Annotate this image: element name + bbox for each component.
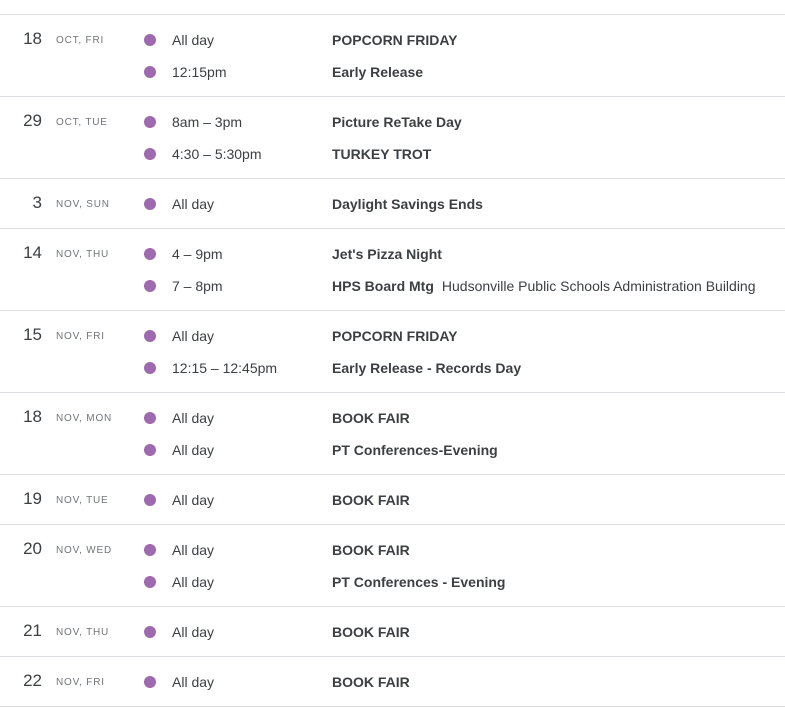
event-title-text: Picture ReTake Day xyxy=(332,114,462,130)
event-title-text: TURKEY TROT xyxy=(332,146,432,162)
event-color-dot-icon xyxy=(144,34,156,46)
event-title: TURKEY TROT xyxy=(332,138,431,170)
event-row[interactable]: 7 – 8pm HPS Board Mtg Hudsonville Public … xyxy=(0,270,785,302)
event-row[interactable]: All day POPCORN FRIDAY xyxy=(0,320,785,352)
event-time: All day xyxy=(172,574,215,590)
agenda-day: 3 NOV, SUN All day Daylight Savings Ends xyxy=(0,179,785,229)
agenda-day: 19 NOV, TUE All day BOOK FAIR xyxy=(0,475,785,525)
event-color-dot-icon xyxy=(144,280,156,292)
event-time: All day xyxy=(172,196,215,212)
event-row[interactable]: 8am – 3pm Picture ReTake Day xyxy=(0,106,785,138)
event-row[interactable]: All day BOOK FAIR xyxy=(0,402,785,434)
event-time: All day xyxy=(172,492,215,508)
event-color-dot-icon xyxy=(144,66,156,78)
event-row[interactable]: 12:15 – 12:45pm Early Release - Records … xyxy=(0,352,785,384)
agenda-day: 22 NOV, FRI All day BOOK FAIR xyxy=(0,657,785,707)
event-title: BOOK FAIR xyxy=(332,616,410,648)
event-title-text: HPS Board Mtg xyxy=(332,278,434,294)
event-title-text: Jet's Pizza Night xyxy=(332,246,442,262)
event-title: Jet's Pizza Night xyxy=(332,238,442,270)
event-row[interactable]: All day BOOK FAIR xyxy=(0,616,785,648)
event-row[interactable]: 4:30 – 5:30pm TURKEY TROT xyxy=(0,138,785,170)
event-color-dot-icon xyxy=(144,148,156,160)
event-title: Daylight Savings Ends xyxy=(332,188,483,220)
event-title-text: BOOK FAIR xyxy=(332,492,410,508)
event-row[interactable]: All day POPCORN FRIDAY xyxy=(0,24,785,56)
event-color-dot-icon xyxy=(144,444,156,456)
event-time: 4 – 9pm xyxy=(172,246,223,262)
event-time: All day xyxy=(172,442,215,458)
agenda-day: 14 NOV, THU 4 – 9pm Jet's Pizza Night 7 … xyxy=(0,229,785,311)
event-title: Early Release - Records Day xyxy=(332,352,521,384)
agenda-day: 21 NOV, THU All day BOOK FAIR xyxy=(0,607,785,657)
event-color-dot-icon xyxy=(144,676,156,688)
event-title-text: Early Release xyxy=(332,64,424,80)
event-title-text: PT Conferences-Evening xyxy=(332,442,498,458)
event-time: 7 – 8pm xyxy=(172,278,223,294)
event-color-dot-icon xyxy=(144,626,156,638)
event-time: All day xyxy=(172,674,215,690)
event-time: 12:15 – 12:45pm xyxy=(172,360,278,376)
event-location: Hudsonville Public Schools Administratio… xyxy=(441,278,756,294)
event-title: BOOK FAIR xyxy=(332,402,410,434)
agenda-day: 18 OCT, FRI All day POPCORN FRIDAY 12:15… xyxy=(0,15,785,97)
event-row[interactable]: All day PT Conferences-Evening xyxy=(0,434,785,466)
event-time: 8am – 3pm xyxy=(172,114,243,130)
event-title-text: POPCORN FRIDAY xyxy=(332,328,458,344)
event-title: PT Conferences - Evening xyxy=(332,566,505,598)
event-time: 12:15pm xyxy=(172,64,227,80)
event-title: Early Release xyxy=(332,56,423,88)
event-row[interactable]: All day BOOK FAIR xyxy=(0,534,785,566)
event-title-text: BOOK FAIR xyxy=(332,624,410,640)
event-time: All day xyxy=(172,542,215,558)
event-time: All day xyxy=(172,32,215,48)
event-title-text: Daylight Savings Ends xyxy=(332,196,483,212)
event-time: All day xyxy=(172,410,215,426)
event-title: PT Conferences-Evening xyxy=(332,434,498,466)
event-title-text: PT Conferences - Evening xyxy=(332,574,506,590)
event-row[interactable]: All day PT Conferences - Evening xyxy=(0,566,785,598)
event-title: HPS Board Mtg Hudsonville Public Schools … xyxy=(332,270,756,302)
event-color-dot-icon xyxy=(144,362,156,374)
event-time: 4:30 – 5:30pm xyxy=(172,146,262,162)
event-title: POPCORN FRIDAY xyxy=(332,24,458,56)
event-title: Picture ReTake Day xyxy=(332,106,462,138)
event-color-dot-icon xyxy=(144,576,156,588)
agenda-day: 29 OCT, TUE 8am – 3pm Picture ReTake Day… xyxy=(0,97,785,179)
agenda-day: 18 NOV, MON All day BOOK FAIR All day PT… xyxy=(0,393,785,475)
event-color-dot-icon xyxy=(144,198,156,210)
event-color-dot-icon xyxy=(144,412,156,424)
event-time: All day xyxy=(172,328,215,344)
agenda-list: 18 OCT, FRI All day POPCORN FRIDAY 12:15… xyxy=(0,14,785,707)
event-color-dot-icon xyxy=(144,544,156,556)
event-color-dot-icon xyxy=(144,116,156,128)
event-title-text: POPCORN FRIDAY xyxy=(332,32,458,48)
event-color-dot-icon xyxy=(144,248,156,260)
event-title-text: Early Release - Records Day xyxy=(332,360,522,376)
event-time: All day xyxy=(172,624,215,640)
agenda-day: 20 NOV, WED All day BOOK FAIR All day PT… xyxy=(0,525,785,607)
event-title: BOOK FAIR xyxy=(332,666,410,698)
event-row[interactable]: All day BOOK FAIR xyxy=(0,666,785,698)
event-title: BOOK FAIR xyxy=(332,534,410,566)
event-color-dot-icon xyxy=(144,494,156,506)
event-title: BOOK FAIR xyxy=(332,484,410,516)
event-title: POPCORN FRIDAY xyxy=(332,320,458,352)
event-row[interactable]: 12:15pm Early Release xyxy=(0,56,785,88)
event-title-text: BOOK FAIR xyxy=(332,410,410,426)
agenda-day: 15 NOV, FRI All day POPCORN FRIDAY 12:15… xyxy=(0,311,785,393)
event-color-dot-icon xyxy=(144,330,156,342)
event-row[interactable]: All day BOOK FAIR xyxy=(0,484,785,516)
event-row[interactable]: 4 – 9pm Jet's Pizza Night xyxy=(0,238,785,270)
event-title-text: BOOK FAIR xyxy=(332,674,410,690)
event-title-text: BOOK FAIR xyxy=(332,542,410,558)
event-row[interactable]: All day Daylight Savings Ends xyxy=(0,188,785,220)
